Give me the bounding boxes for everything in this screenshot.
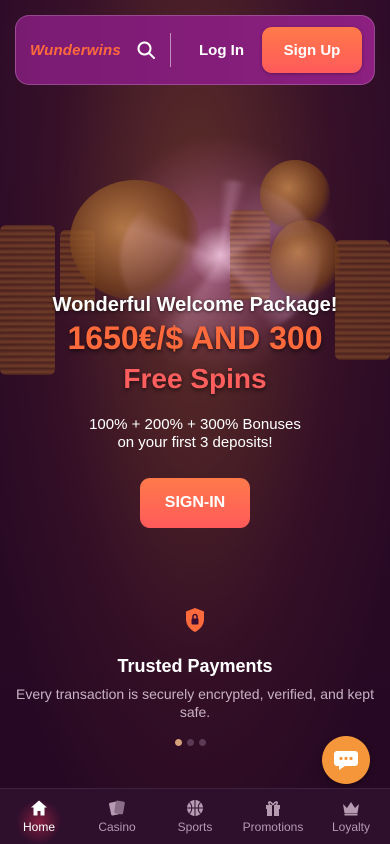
hero-subtitle-line1: 100% + 200% + 300% Bonuses bbox=[89, 416, 301, 433]
top-header: Wunderwins Log In Sign Up bbox=[15, 15, 375, 85]
shield-lock-icon bbox=[186, 608, 204, 632]
nav-promotions-label: Promotions bbox=[242, 820, 304, 834]
basketball-icon bbox=[187, 800, 203, 816]
signin-button[interactable]: SIGN-IN bbox=[140, 478, 250, 528]
search-button[interactable] bbox=[134, 38, 158, 62]
nav-casino-label: Casino bbox=[98, 820, 136, 834]
gift-icon bbox=[266, 801, 280, 816]
bottom-navigation: Home Casino Sports Promotions Loyalty bbox=[0, 788, 390, 844]
nav-casino[interactable]: Casino bbox=[82, 789, 152, 834]
signup-button[interactable]: Sign Up bbox=[262, 27, 362, 73]
chat-bubble-icon bbox=[334, 751, 358, 770]
trusted-payments-description: Every transaction is securely encrypted,… bbox=[16, 686, 374, 720]
hero-subtitle-line2: on your first 3 deposits! bbox=[117, 434, 273, 451]
nav-home[interactable]: Home bbox=[4, 789, 74, 844]
nav-sports-label: Sports bbox=[177, 820, 213, 834]
carousel-dots bbox=[175, 739, 206, 746]
trusted-payments-title: Trusted Payments bbox=[117, 656, 273, 676]
nav-loyalty[interactable]: Loyalty bbox=[316, 789, 386, 834]
header-divider bbox=[170, 33, 171, 67]
hero-free-spins: Free Spins bbox=[123, 363, 267, 394]
login-button[interactable]: Log In bbox=[199, 42, 244, 59]
chat-support-button[interactable] bbox=[322, 736, 370, 784]
carousel-dot-2[interactable] bbox=[187, 739, 194, 746]
nav-sports[interactable]: Sports bbox=[160, 789, 230, 834]
cards-icon bbox=[109, 800, 125, 816]
carousel-dot-3[interactable] bbox=[199, 739, 206, 746]
nav-loyalty-label: Loyalty bbox=[331, 820, 371, 834]
brand-logo[interactable]: Wunderwins bbox=[30, 42, 130, 59]
nav-promotions[interactable]: Promotions bbox=[238, 789, 308, 834]
hero-title: Wonderful Welcome Package! bbox=[52, 294, 338, 316]
crown-icon bbox=[343, 802, 359, 816]
hero-subtitle: 100% + 200% + 300% Bonuses on your first… bbox=[0, 416, 390, 452]
carousel-dot-1[interactable] bbox=[175, 739, 182, 746]
page: Wunderwins Log In Sign Up Wonderful Welc… bbox=[0, 0, 390, 844]
hero-amount: 1650€/$ AND 300 bbox=[67, 320, 323, 356]
nav-home-label: Home bbox=[22, 820, 55, 834]
search-icon bbox=[137, 41, 155, 59]
home-icon bbox=[31, 800, 47, 816]
